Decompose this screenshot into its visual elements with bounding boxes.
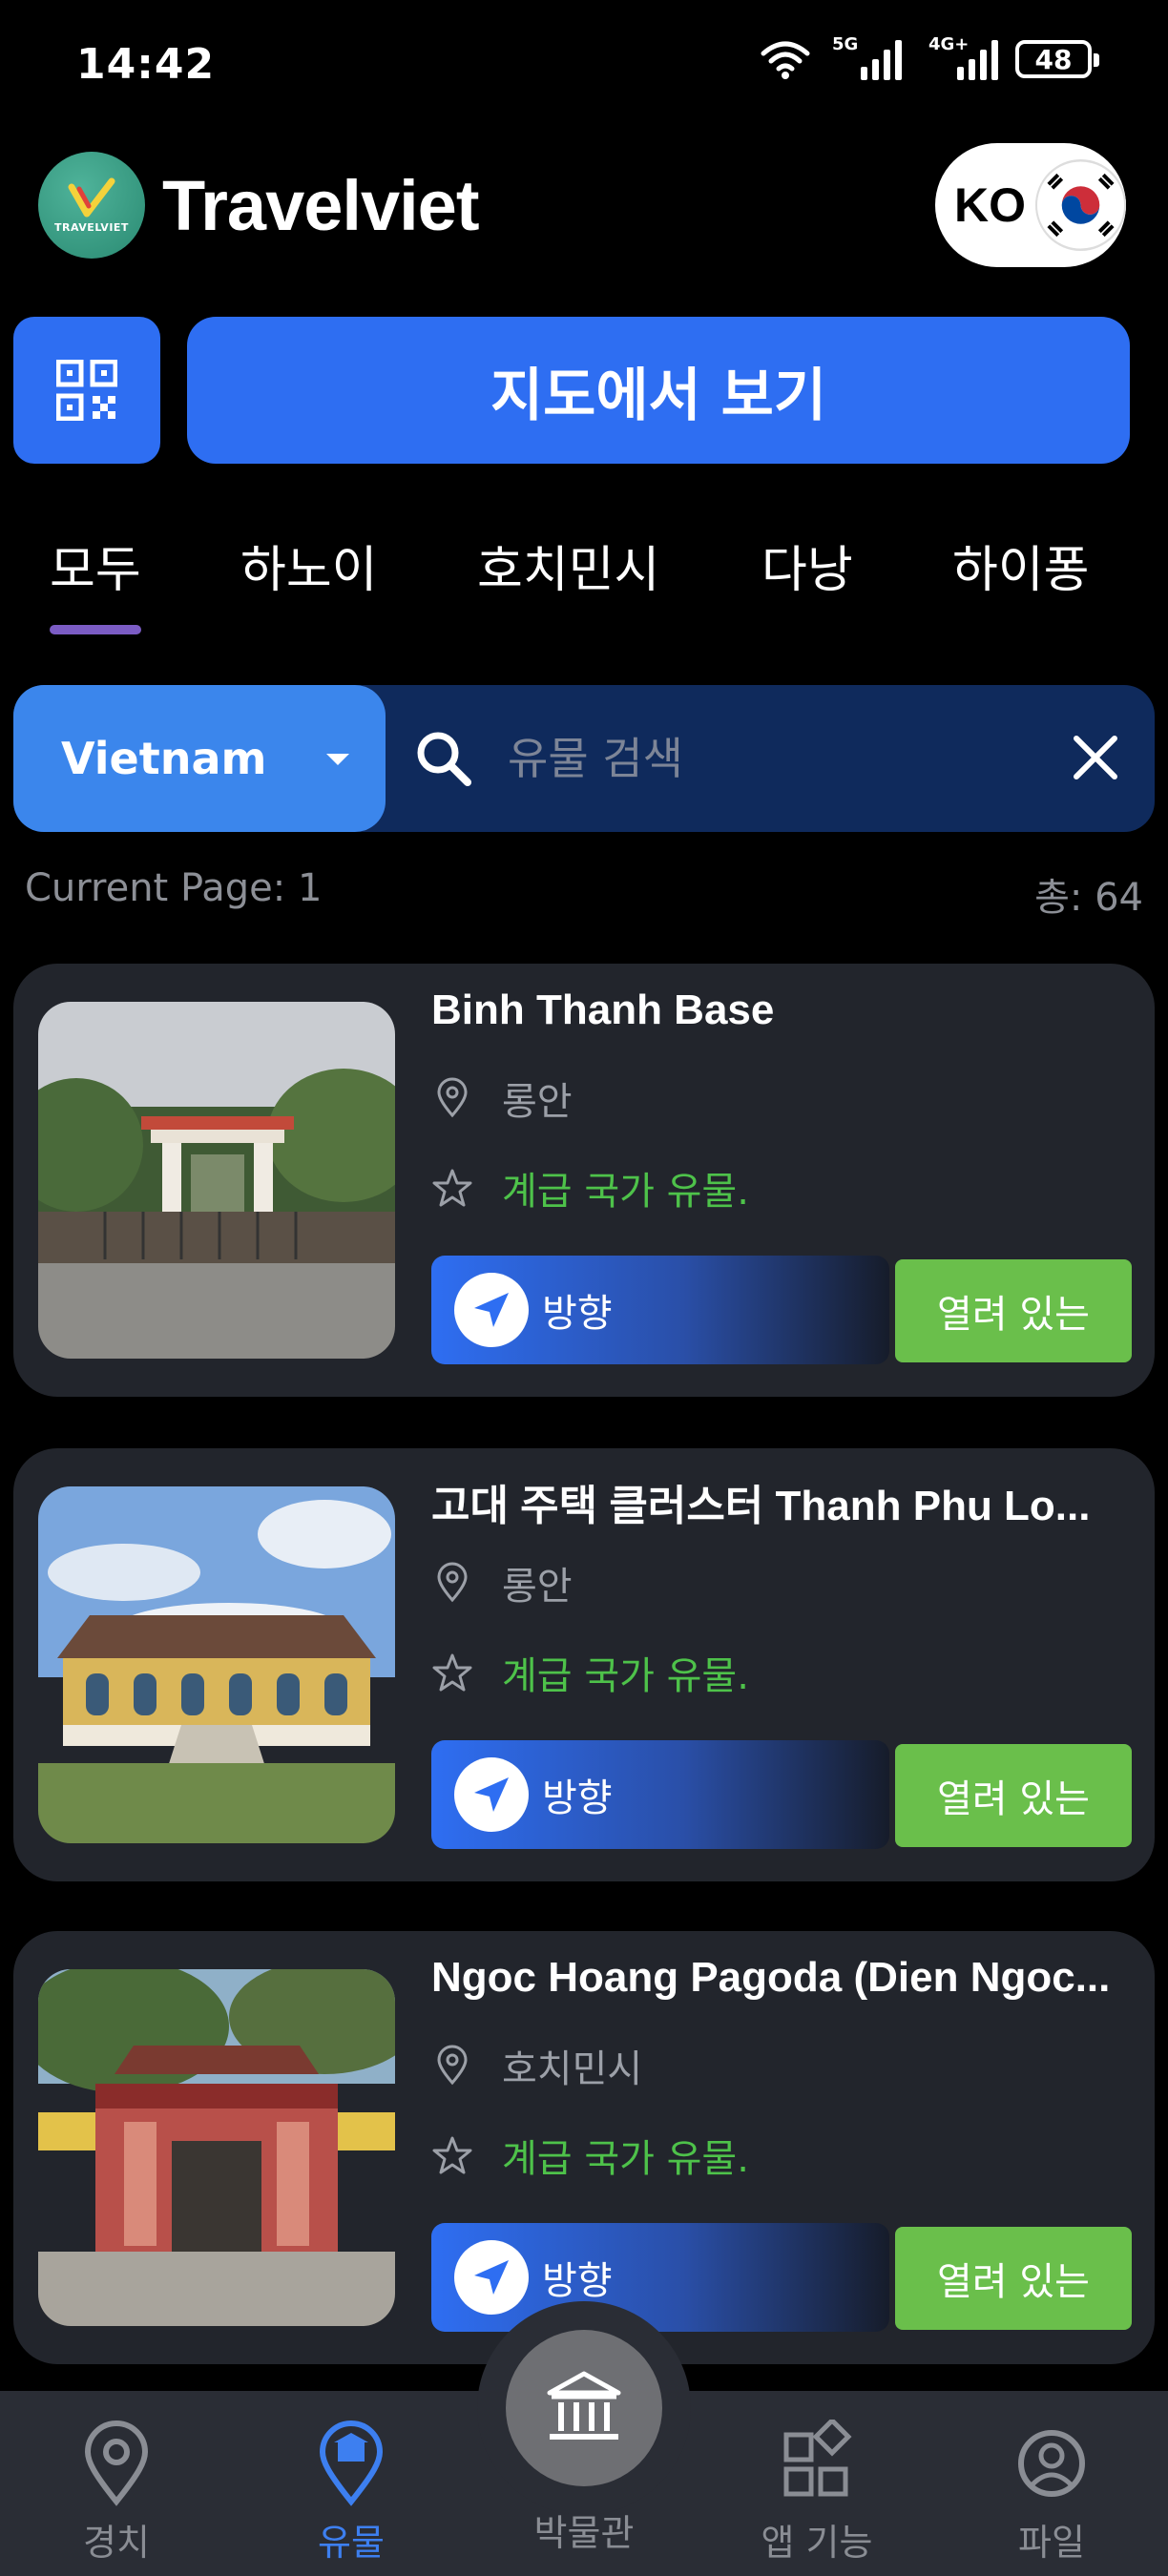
language-code: KO — [954, 178, 1026, 232]
relic-card[interactable]: Binh Thanh Base 롱안 계급 국가 유물. 방향 열려 있는 — [13, 964, 1155, 1397]
active-tab-indicator — [50, 625, 141, 634]
navigation-arrow-icon — [454, 1757, 529, 1832]
map-pin-icon — [84, 2420, 149, 2506]
nav-files-label: 파일 — [1018, 2522, 1085, 2564]
app-grid-icon — [783, 2420, 852, 2497]
app-logo: TRAVELVIET — [38, 152, 145, 259]
relic-location: 롱안 — [431, 1070, 573, 1126]
relic-title: Ngoc Hoang Pagoda (Dien Ngoc... — [431, 1954, 1111, 2001]
relic-photo — [38, 1002, 395, 1359]
qr-scan-button[interactable] — [13, 317, 160, 464]
status-bar: 14:42 5G 4G+ 48 — [0, 0, 1168, 124]
battery-icon: 48 — [1015, 40, 1099, 78]
open-status-button[interactable]: 열려 있는 — [895, 1744, 1132, 1847]
relic-location: 호치민시 — [431, 2038, 642, 2093]
directions-button[interactable]: 방향 — [431, 1256, 889, 1364]
location-pin-icon — [437, 1077, 468, 1118]
korea-flag-icon — [1035, 159, 1126, 251]
network-4g-label: 4G+ — [928, 34, 970, 54]
relic-pin-icon — [319, 2420, 384, 2506]
relic-rank-text: 계급 국가 유물. — [502, 1654, 749, 1698]
relic-title: Binh Thanh Base — [431, 987, 775, 1033]
relic-title: 고대 주택 클러스터 Thanh Phu Lo... — [431, 1483, 1091, 1529]
directions-label: 방향 — [542, 1292, 613, 1336]
status-icons: 5G 4G+ 48 — [760, 34, 1099, 80]
open-status-button[interactable]: 열려 있는 — [895, 2227, 1132, 2330]
relic-rank: 계급 국가 유물. — [431, 1645, 749, 1700]
total-count: 총: 64 — [1034, 876, 1143, 920]
location-pin-icon — [437, 1562, 468, 1603]
network-5g-label: 5G — [832, 34, 859, 54]
dropdown-caret-icon — [326, 754, 349, 765]
close-icon[interactable] — [1069, 731, 1122, 784]
search-input[interactable] — [508, 714, 1042, 803]
qr-code-icon — [56, 360, 117, 421]
signal-4g-icon: 4G+ — [928, 34, 998, 80]
directions-button[interactable]: 방향 — [431, 1740, 889, 1849]
navigation-arrow-icon — [454, 1273, 529, 1347]
app-header: TRAVELVIET Travelviet KO — [38, 143, 1130, 267]
relic-photo — [38, 1486, 395, 1843]
logo-check-icon — [68, 177, 115, 217]
relic-location-text: 호치민시 — [502, 2047, 643, 2091]
relic-rank-text: 계급 국가 유물. — [502, 2137, 749, 2181]
search-bar: Vietnam — [13, 685, 1155, 832]
nav-relics[interactable]: 유물 — [275, 2420, 428, 2566]
relic-location-text: 롱안 — [502, 1565, 573, 1609]
language-switcher[interactable]: KO — [935, 143, 1126, 267]
nav-relics-label: 유물 — [318, 2522, 385, 2564]
nav-app-features-label: 앱 기능 — [761, 2522, 873, 2564]
signal-5g-icon: 5G — [832, 34, 902, 80]
country-select-value: Vietnam — [61, 733, 267, 784]
nav-scenery[interactable]: 경치 — [40, 2420, 193, 2566]
directions-label: 방향 — [542, 1776, 613, 1820]
status-time: 14:42 — [76, 40, 216, 89]
relic-rank: 계급 국가 유물. — [431, 1160, 749, 1215]
tab-hanoi[interactable]: 하노이 — [240, 530, 378, 601]
tab-da-nang[interactable]: 다낭 — [761, 530, 853, 601]
app-title: Travelviet — [162, 165, 479, 245]
nav-app-features[interactable]: 앱 기능 — [740, 2420, 893, 2566]
star-icon — [432, 2136, 472, 2174]
view-on-map-button[interactable]: 지도에서 보기 — [187, 317, 1130, 464]
open-status-button[interactable]: 열려 있는 — [895, 1259, 1132, 1362]
country-select[interactable]: Vietnam — [13, 685, 386, 832]
search-icon — [417, 732, 471, 786]
region-tabs: 모두 하노이 호치민시 다낭 하이퐁 — [0, 520, 1168, 634]
relic-location: 롱안 — [431, 1555, 573, 1610]
nav-files[interactable]: 파일 — [975, 2420, 1128, 2566]
star-icon — [432, 1169, 472, 1207]
star-icon — [432, 1653, 472, 1692]
page-meta: Current Page: 1 총: 64 — [25, 866, 1143, 920]
relic-card[interactable]: Ngoc Hoang Pagoda (Dien Ngoc... 호치민시 계급 … — [13, 1931, 1155, 2364]
logo-text: TRAVELVIET — [54, 220, 129, 234]
tab-all[interactable]: 모두 — [50, 530, 141, 601]
directions-label: 방향 — [542, 2259, 613, 2303]
location-pin-icon — [437, 2045, 468, 2086]
relic-rank: 계급 국가 유물. — [431, 2128, 749, 2183]
relic-location-text: 롱안 — [502, 1080, 573, 1124]
directions-button[interactable]: 방향 — [431, 2223, 889, 2332]
tab-hai-phong[interactable]: 하이퐁 — [952, 530, 1090, 601]
relic-rank-text: 계급 국가 유물. — [502, 1170, 749, 1214]
museum-icon — [547, 2371, 621, 2440]
user-profile-icon — [1018, 2430, 1085, 2497]
navigation-arrow-icon — [454, 2240, 529, 2315]
relic-card[interactable]: 고대 주택 클러스터 Thanh Phu Lo... 롱안 계급 국가 유물. … — [13, 1448, 1155, 1881]
relic-photo — [38, 1969, 395, 2326]
current-page: Current Page: 1 — [25, 866, 323, 910]
tab-ho-chi-minh[interactable]: 호치민시 — [477, 530, 659, 601]
nav-museum-label: 박물관 — [533, 2512, 635, 2554]
nav-museum-button[interactable] — [506, 2330, 662, 2486]
nav-scenery-label: 경치 — [83, 2522, 150, 2564]
wifi-icon — [761, 41, 810, 79]
